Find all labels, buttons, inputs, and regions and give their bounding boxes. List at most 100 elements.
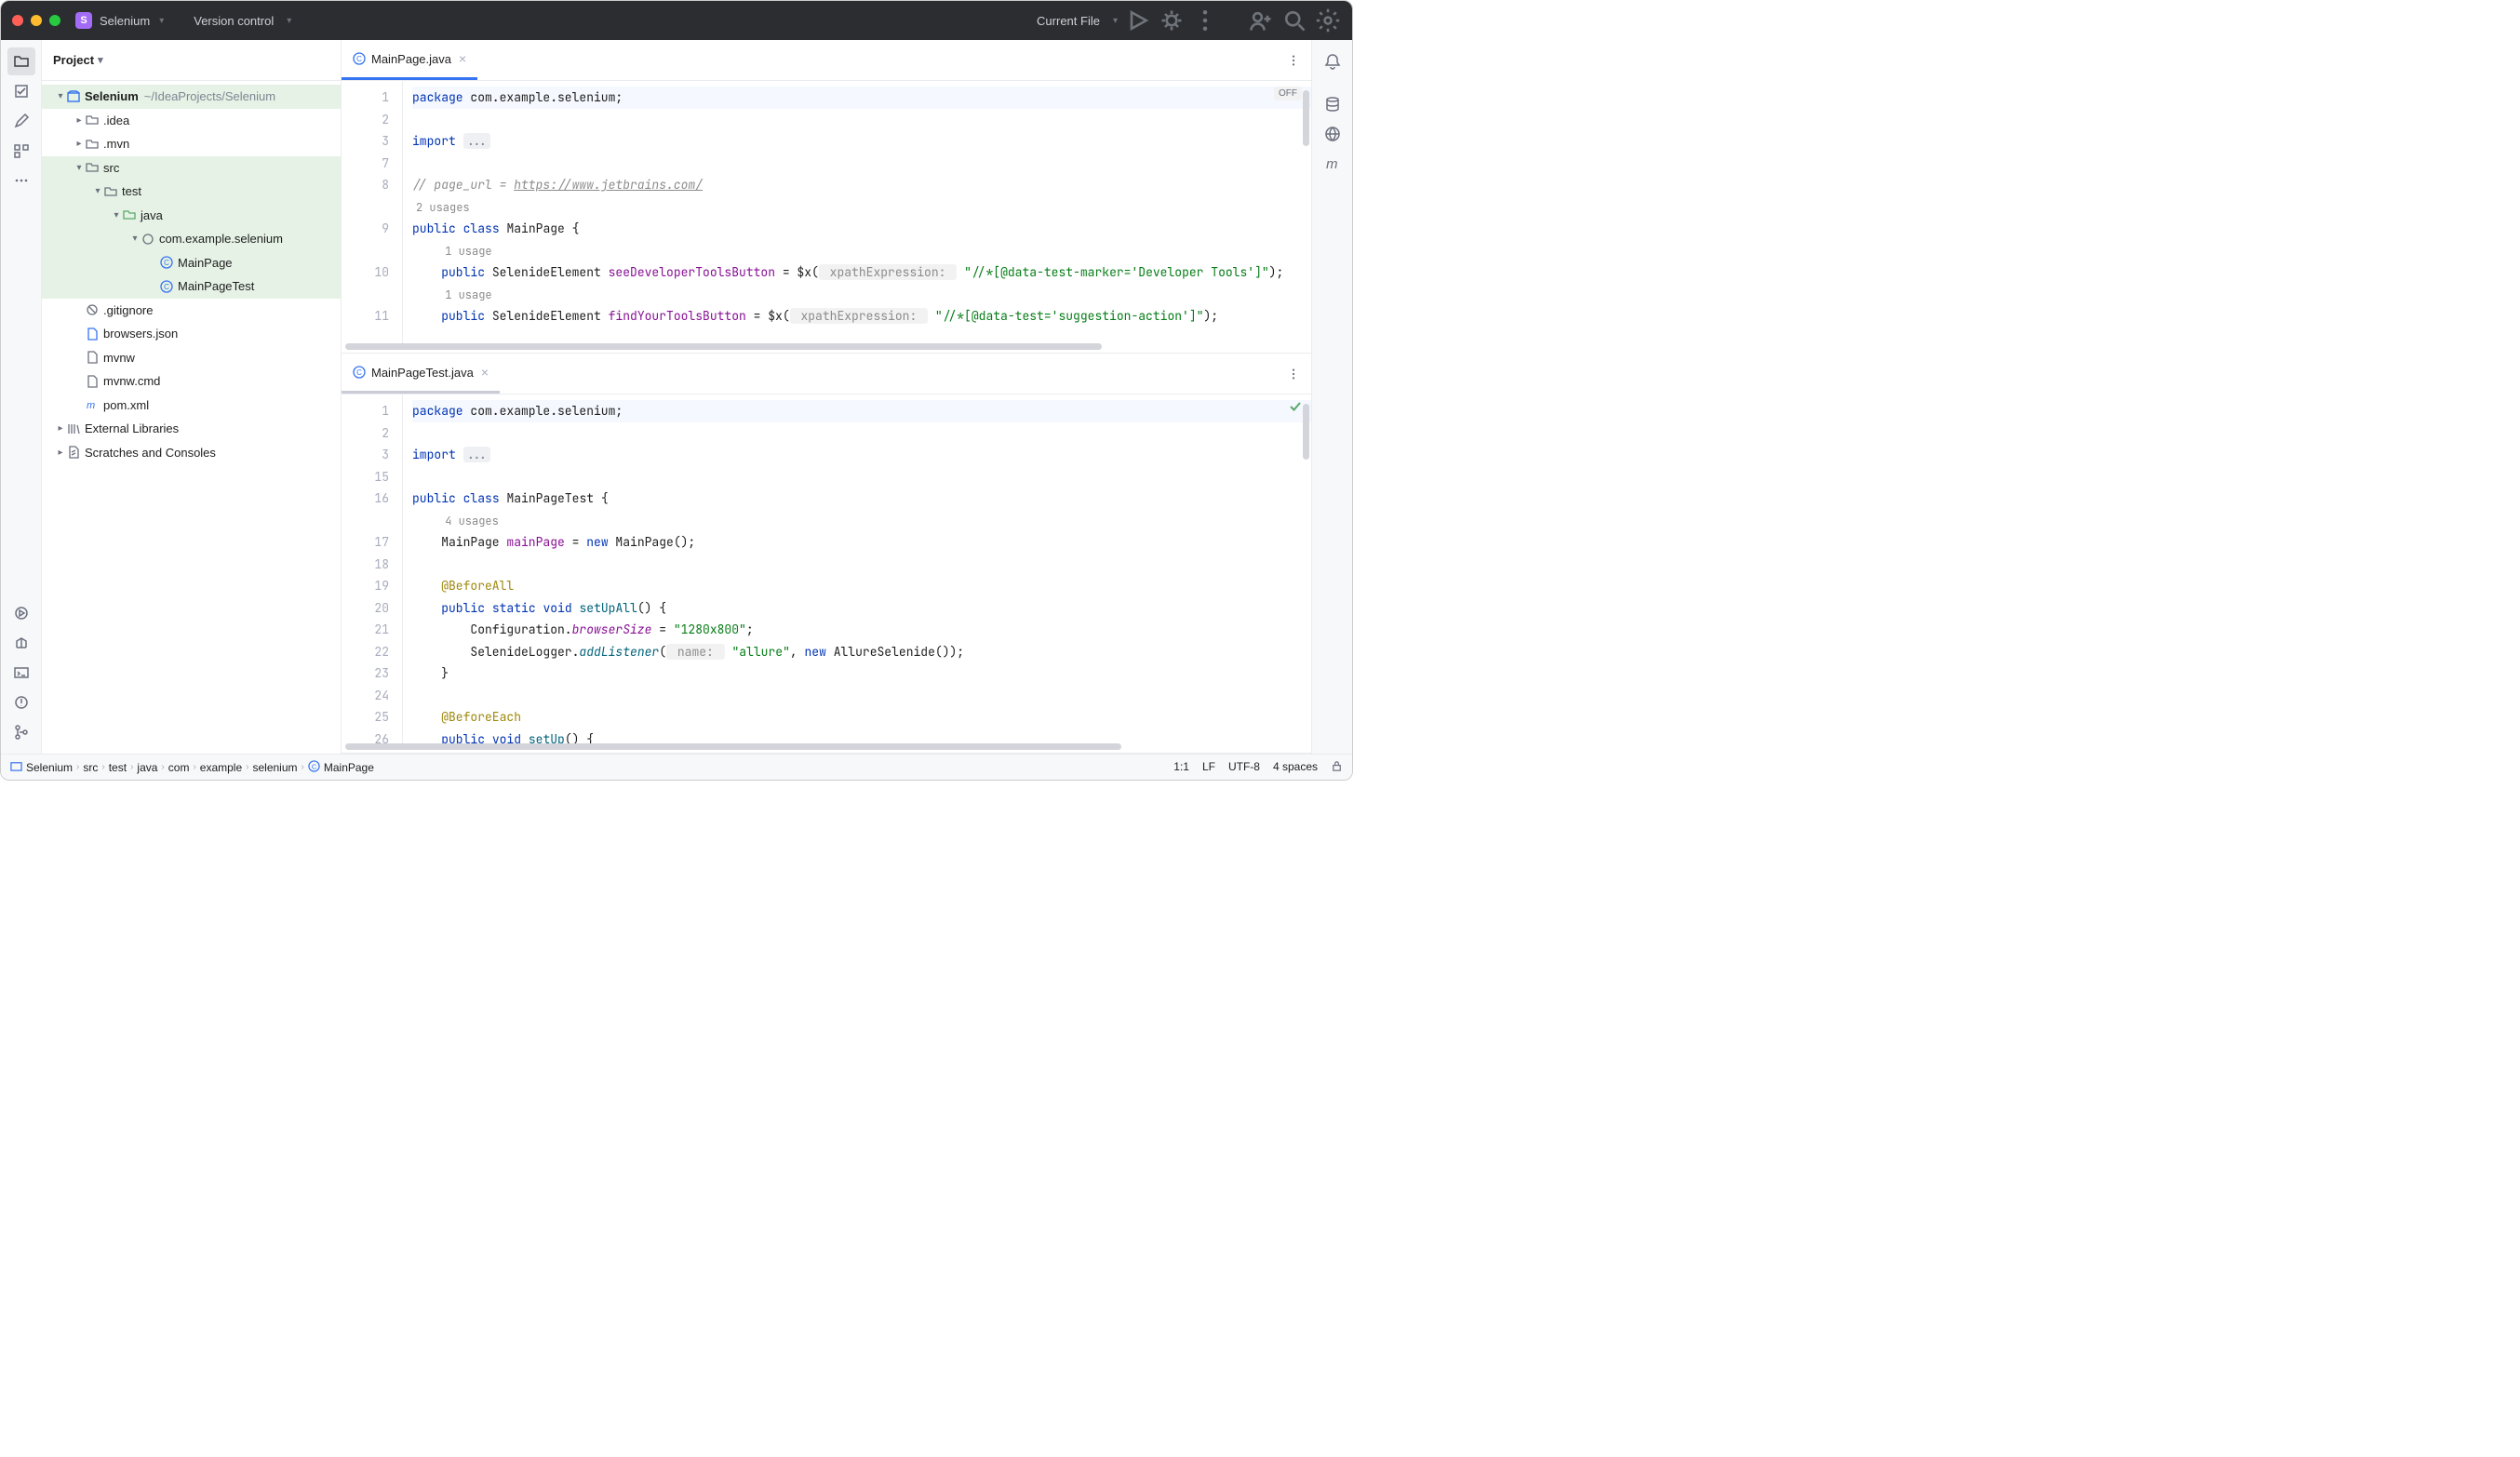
tree-file-browsers[interactable]: browsers.json bbox=[42, 322, 341, 346]
tree-file-gitignore[interactable]: .gitignore bbox=[42, 299, 341, 323]
line-number[interactable]: 24 bbox=[342, 685, 389, 707]
scrollbar-thumb[interactable] bbox=[1303, 404, 1309, 460]
caret-down-icon[interactable]: ▾ bbox=[55, 91, 66, 101]
file-encoding[interactable]: UTF-8 bbox=[1228, 760, 1260, 775]
chevron-down-icon[interactable]: ▾ bbox=[98, 54, 103, 66]
crumb[interactable]: example bbox=[200, 761, 242, 774]
line-number[interactable]: 15 bbox=[342, 466, 389, 488]
crumb[interactable]: test bbox=[109, 761, 127, 774]
tree-class-mainpage[interactable]: C MainPage bbox=[42, 251, 341, 275]
caret-right-icon[interactable]: ▸ bbox=[55, 448, 66, 458]
maven-tool-icon[interactable]: m bbox=[1319, 150, 1347, 178]
line-number[interactable]: 7 bbox=[342, 153, 389, 175]
inspection-off-badge[interactable]: OFF bbox=[1274, 87, 1302, 100]
crumb[interactable]: com bbox=[168, 761, 190, 774]
close-tab-icon[interactable]: × bbox=[481, 365, 489, 380]
project-tool-icon[interactable] bbox=[7, 47, 35, 75]
tree-file-mvnw[interactable]: mvnw bbox=[42, 346, 341, 370]
search-icon[interactable] bbox=[1281, 7, 1307, 33]
chevron-down-icon[interactable]: ▾ bbox=[1113, 16, 1118, 26]
line-number[interactable]: 11 bbox=[342, 305, 389, 327]
tab-mainpagetest[interactable]: C MainPageTest.java × bbox=[342, 354, 500, 394]
zoom-window-icon[interactable] bbox=[49, 15, 60, 26]
tree-class-mainpagetest[interactable]: C MainPageTest bbox=[42, 274, 341, 299]
line-number[interactable]: 1 bbox=[342, 87, 389, 109]
inspection-ok-icon[interactable] bbox=[1289, 400, 1302, 417]
tree-scratches[interactable]: ▸ Scratches and Consoles bbox=[42, 441, 341, 465]
line-separator[interactable]: LF bbox=[1202, 760, 1215, 775]
tree-folder-java[interactable]: ▾ java bbox=[42, 204, 341, 228]
settings-gear-icon[interactable] bbox=[1315, 7, 1341, 33]
line-number[interactable]: 25 bbox=[342, 706, 389, 728]
caret-down-icon[interactable]: ▾ bbox=[74, 163, 85, 173]
line-number[interactable]: 2 bbox=[342, 109, 389, 131]
line-number[interactable]: 3 bbox=[342, 444, 389, 466]
line-number[interactable]: 2 bbox=[342, 422, 389, 445]
indent-setting[interactable]: 4 spaces bbox=[1273, 760, 1318, 775]
crumb[interactable]: src bbox=[83, 761, 98, 774]
line-number[interactable]: 19 bbox=[342, 575, 389, 597]
minimize-window-icon[interactable] bbox=[31, 15, 42, 26]
run-tool-icon[interactable] bbox=[7, 599, 35, 627]
caret-right-icon[interactable]: ▸ bbox=[74, 139, 85, 149]
tab-more-icon[interactable] bbox=[1276, 354, 1311, 394]
run-button[interactable] bbox=[1125, 7, 1151, 33]
tree-root[interactable]: ▾ Selenium ~/IdeaProjects/Selenium bbox=[42, 85, 341, 109]
tree-folder-src[interactable]: ▾ src bbox=[42, 156, 341, 180]
scrollbar-thumb[interactable] bbox=[1303, 90, 1309, 146]
code-body[interactable]: package com.example.selenium; import ...… bbox=[403, 394, 1311, 743]
problems-tool-icon[interactable] bbox=[7, 688, 35, 716]
caret-position[interactable]: 1:1 bbox=[1173, 760, 1189, 775]
close-window-icon[interactable] bbox=[12, 15, 23, 26]
chevron-down-icon[interactable]: ▾ bbox=[159, 16, 164, 26]
gutter[interactable]: 1 2 3 15 16 17 18 19 20 21 22 23 24 bbox=[342, 394, 403, 743]
line-number[interactable]: 18 bbox=[342, 554, 389, 576]
structure-tool-icon[interactable] bbox=[7, 137, 35, 165]
horizontal-scrollbar[interactable] bbox=[342, 743, 1311, 753]
code-area-top[interactable]: 1 2 3 7 8 9 10 11 OFF bbox=[342, 81, 1311, 343]
tree-folder-idea[interactable]: ▸ .idea bbox=[42, 109, 341, 133]
tab-mainpage[interactable]: C MainPage.java × bbox=[342, 40, 477, 80]
commit-tool-icon[interactable] bbox=[7, 77, 35, 105]
crumb[interactable]: MainPage bbox=[324, 761, 374, 774]
tree-file-mvnwcmd[interactable]: mvnw.cmd bbox=[42, 369, 341, 394]
tree-file-pom[interactable]: m pom.xml bbox=[42, 394, 341, 418]
line-number[interactable]: 17 bbox=[342, 531, 389, 554]
project-header[interactable]: Project ▾ bbox=[42, 40, 341, 81]
gutter[interactable]: 1 2 3 7 8 9 10 11 bbox=[342, 81, 403, 343]
more-actions-icon[interactable] bbox=[1192, 7, 1218, 33]
crumb[interactable]: Selenium bbox=[26, 761, 73, 774]
caret-down-icon[interactable]: ▾ bbox=[111, 210, 122, 221]
close-tab-icon[interactable]: × bbox=[459, 51, 466, 66]
line-number[interactable]: 3 bbox=[342, 130, 389, 153]
vcs-menu[interactable]: Version control bbox=[190, 14, 277, 28]
web-tool-icon[interactable] bbox=[1319, 120, 1347, 148]
debug-button[interactable] bbox=[1159, 7, 1185, 33]
horizontal-scrollbar[interactable] bbox=[342, 343, 1311, 353]
line-number[interactable]: 1 bbox=[342, 400, 389, 422]
line-number[interactable]: 23 bbox=[342, 662, 389, 685]
crumb[interactable]: selenium bbox=[252, 761, 297, 774]
line-number[interactable]: 16 bbox=[342, 488, 389, 510]
database-tool-icon[interactable] bbox=[1319, 90, 1347, 118]
tab-more-icon[interactable] bbox=[1276, 40, 1311, 80]
line-number[interactable]: 20 bbox=[342, 597, 389, 620]
code-area-bottom[interactable]: 1 2 3 15 16 17 18 19 20 21 22 23 24 bbox=[342, 394, 1311, 743]
caret-down-icon[interactable]: ▾ bbox=[92, 186, 103, 196]
tree-package[interactable]: ▾ com.example.selenium bbox=[42, 227, 341, 251]
edit-tool-icon[interactable] bbox=[7, 107, 35, 135]
line-number[interactable]: 21 bbox=[342, 619, 389, 641]
line-number[interactable]: 8 bbox=[342, 174, 389, 196]
caret-right-icon[interactable]: ▸ bbox=[74, 115, 85, 126]
git-tool-icon[interactable] bbox=[7, 718, 35, 746]
caret-right-icon[interactable]: ▸ bbox=[55, 423, 66, 434]
line-number[interactable]: 22 bbox=[342, 641, 389, 663]
line-number[interactable]: 9 bbox=[342, 218, 389, 240]
chevron-down-icon[interactable]: ▾ bbox=[287, 16, 291, 26]
code-with-me-icon[interactable] bbox=[1248, 7, 1274, 33]
build-tool-icon[interactable] bbox=[7, 629, 35, 657]
line-number[interactable]: 26 bbox=[342, 728, 389, 743]
notifications-icon[interactable] bbox=[1319, 47, 1347, 75]
run-config-label[interactable]: Current File bbox=[1033, 14, 1104, 28]
project-name[interactable]: Selenium bbox=[100, 14, 150, 28]
